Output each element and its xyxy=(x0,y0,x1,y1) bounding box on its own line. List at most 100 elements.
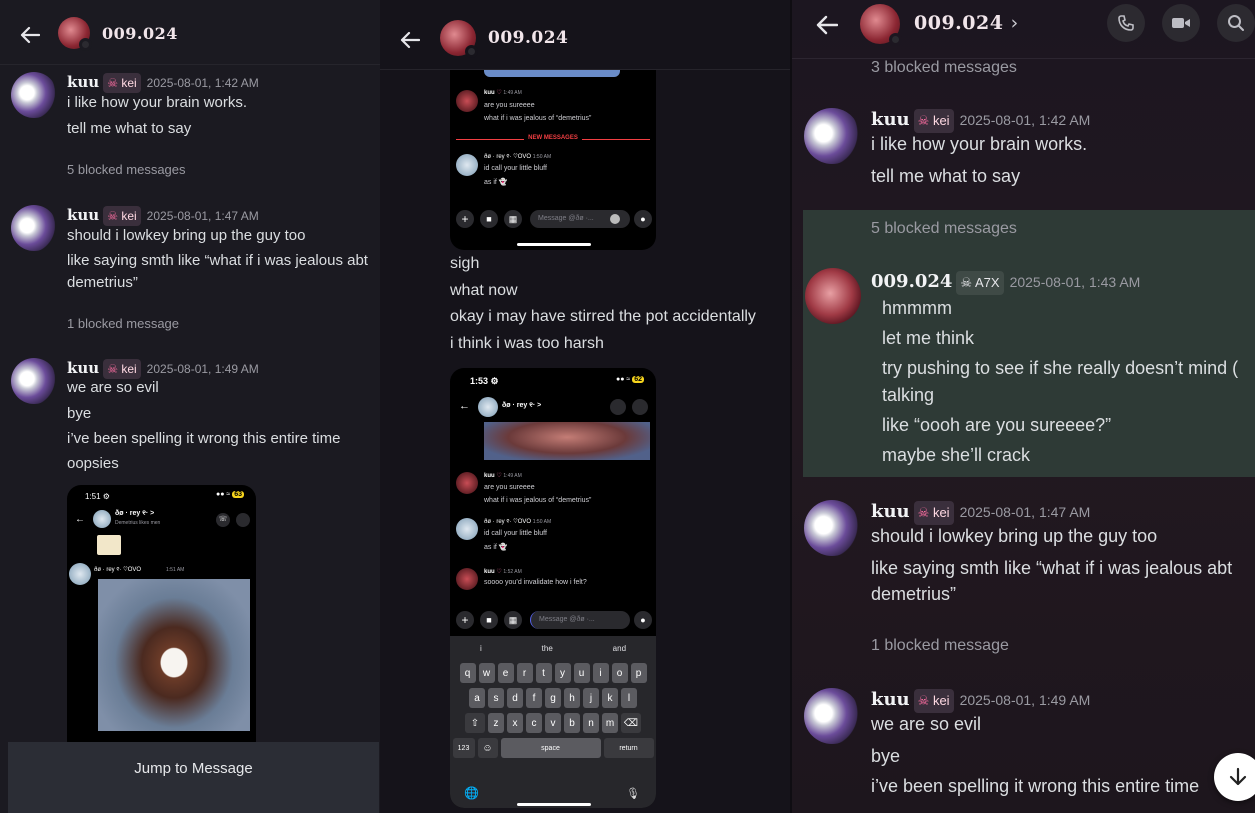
username[interactable]: kuu xyxy=(871,501,910,522)
avatar[interactable] xyxy=(860,4,902,46)
key[interactable]: y xyxy=(554,663,571,683)
blocked-messages[interactable]: 1 blocked message xyxy=(871,637,1009,655)
key[interactable]: i xyxy=(592,663,609,683)
key[interactable]: f xyxy=(526,688,542,708)
shift-key[interactable]: ⇧ xyxy=(465,713,485,733)
key[interactable]: c xyxy=(526,713,542,733)
message-text: i like how your brain works. xyxy=(67,94,248,111)
key[interactable]: w xyxy=(478,663,495,683)
key[interactable]: s xyxy=(488,688,504,708)
arrow-left-icon[interactable] xyxy=(399,29,421,51)
role-tag: ☠ kei xyxy=(913,689,954,713)
message-input: Message @ðø ·... xyxy=(539,616,595,623)
key[interactable]: d xyxy=(507,688,523,708)
blocked-messages[interactable]: 5 blocked messages xyxy=(67,162,186,177)
avatar[interactable] xyxy=(805,268,861,324)
key[interactable]: e xyxy=(497,663,514,683)
avatar[interactable] xyxy=(11,205,57,251)
page-title[interactable]: 009.024 › xyxy=(914,12,1019,34)
suggestion[interactable]: the xyxy=(542,644,553,653)
message-author: kuu xyxy=(484,90,495,96)
key[interactable]: l xyxy=(621,688,637,708)
key[interactable]: b xyxy=(564,713,580,733)
attachment-image[interactable]: 1:51 ⚙ ●● ≈ 63 ← ðø · rey ୧· > Demetrius… xyxy=(67,485,256,755)
avatar[interactable] xyxy=(804,500,860,556)
message-time: 1:51 AM xyxy=(166,567,185,573)
embedded-image[interactable] xyxy=(484,422,650,460)
key[interactable]: a xyxy=(469,688,485,708)
key[interactable]: j xyxy=(583,688,599,708)
attachment-image[interactable]: kuu ♡ 1:49 AM are you sureeee what if i … xyxy=(450,70,656,250)
avatar[interactable] xyxy=(11,358,57,404)
username[interactable]: kuu xyxy=(67,206,99,224)
key[interactable]: u xyxy=(573,663,590,683)
key[interactable]: r xyxy=(516,663,533,683)
phone-call-icon[interactable] xyxy=(1107,4,1145,42)
status-indicator xyxy=(79,38,92,51)
blocked-messages[interactable]: 1 blocked message xyxy=(67,316,179,331)
key[interactable]: n xyxy=(583,713,599,733)
attachment-image[interactable]: 1:53 ⚙ ●● ≈ 62 ← ðø · rey ୧· > kuu ♡ 1:4… xyxy=(450,368,656,808)
avatar[interactable] xyxy=(58,17,92,51)
message-author: kuu xyxy=(484,569,495,575)
message-author: ðø · rey ୧· ♡OVO xyxy=(94,567,142,573)
key[interactable]: z xyxy=(488,713,504,733)
page-title: 009.024 xyxy=(102,24,178,43)
key[interactable]: h xyxy=(564,688,580,708)
avatar[interactable] xyxy=(11,72,57,118)
key[interactable]: m xyxy=(602,713,618,733)
globe-icon[interactable]: 🌐 xyxy=(464,786,479,800)
jump-to-message-button[interactable]: Jump to Message xyxy=(8,742,379,813)
timestamp: 2025-08-01, 1:47 AM xyxy=(146,209,259,223)
key[interactable]: t xyxy=(535,663,552,683)
key[interactable]: k xyxy=(602,688,618,708)
username[interactable]: kuu xyxy=(871,689,910,710)
message-time: 1:49 AM xyxy=(503,90,522,96)
avatar[interactable] xyxy=(440,20,478,58)
username[interactable]: kuu xyxy=(67,359,99,377)
highlighted-message-block[interactable]: 5 blocked messages 009.024 ☠ A7X 2025-08-0… xyxy=(803,210,1255,477)
suggestion[interactable]: and xyxy=(613,644,626,653)
message-text: what if i was jealous of “demetrius” xyxy=(484,115,592,122)
avatar[interactable] xyxy=(804,108,860,164)
contact-name: ðø · rey ୧· > xyxy=(115,510,155,517)
key[interactable]: v xyxy=(545,713,561,733)
keyboard[interactable]: i the and qwertyuiop asdfghjkl ⇧ z x c v b n m ⌫… xyxy=(450,636,656,808)
message-text: should i lowkey bring up the guy too xyxy=(67,227,306,244)
emoji-key[interactable]: ☺ xyxy=(477,738,498,758)
space-key[interactable]: space xyxy=(500,738,601,758)
arrow-down-icon[interactable] xyxy=(1214,753,1255,801)
message-text: bye xyxy=(871,746,901,766)
avatar[interactable] xyxy=(804,688,860,744)
arrow-left-icon[interactable] xyxy=(19,24,41,46)
username[interactable]: kuu xyxy=(871,109,910,130)
backspace-key[interactable]: ⌫ xyxy=(621,713,641,733)
role-tag: ☠ A7X xyxy=(956,271,1004,295)
arrow-left-icon[interactable] xyxy=(816,14,838,36)
message-text: we are so evil xyxy=(871,714,982,734)
message-text: sigh xyxy=(450,255,480,272)
search-icon[interactable] xyxy=(1217,4,1255,42)
suggestion[interactable]: i xyxy=(480,644,482,653)
message-text: tell me what to say xyxy=(67,120,192,137)
username[interactable]: kuu xyxy=(67,73,99,91)
video-camera-icon[interactable] xyxy=(1162,4,1200,42)
return-key[interactable]: return xyxy=(603,738,654,758)
blocked-messages[interactable]: 3 blocked messages xyxy=(871,59,1017,77)
timestamp: 2025-08-01, 1:42 AM xyxy=(146,76,259,90)
microphone-icon[interactable]: 🎙 xyxy=(626,787,640,800)
message-text: i think i was too harsh xyxy=(450,335,604,352)
message-text: talking xyxy=(882,385,935,405)
username[interactable]: 009.024 xyxy=(871,271,952,292)
meme-image[interactable] xyxy=(98,579,250,731)
key[interactable]: q xyxy=(459,663,476,683)
key[interactable]: o xyxy=(611,663,628,683)
key[interactable]: x xyxy=(507,713,523,733)
key[interactable]: g xyxy=(545,688,561,708)
message-text: like “oooh are you sureeee?” xyxy=(882,415,1112,435)
status-indicator xyxy=(889,33,902,46)
numbers-key[interactable]: 123 xyxy=(452,738,475,758)
key[interactable]: p xyxy=(630,663,647,683)
blocked-messages[interactable]: 5 blocked messages xyxy=(871,220,1017,238)
phone-clock: 1:53 xyxy=(470,376,489,386)
